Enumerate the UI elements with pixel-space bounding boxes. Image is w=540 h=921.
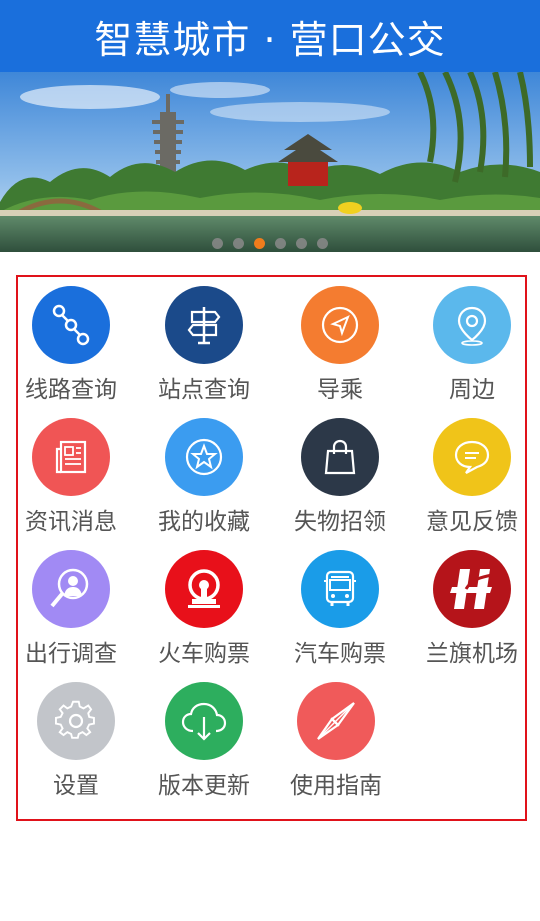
chat-bubble-icon bbox=[454, 440, 490, 474]
menu-item-airport[interactable]: 兰旗机场 bbox=[406, 541, 538, 673]
menu-item-icon-bg bbox=[297, 682, 375, 760]
carousel-dot[interactable] bbox=[296, 238, 307, 249]
carousel-dot[interactable] bbox=[275, 238, 286, 249]
shopping-bag-icon bbox=[324, 439, 356, 475]
menu-item-icon-bg bbox=[301, 550, 379, 628]
menu-item-icon-bg bbox=[32, 550, 110, 628]
menu-item-train-tickets[interactable]: 火车购票 bbox=[138, 541, 270, 673]
location-pin-icon bbox=[457, 306, 487, 346]
menu-item-icon-bg bbox=[301, 286, 379, 364]
railway-logo-icon bbox=[188, 569, 220, 608]
menu-item-version-update[interactable]: 版本更新 bbox=[138, 673, 270, 805]
menu-item-icon-bg bbox=[165, 550, 243, 628]
carousel-dot[interactable] bbox=[317, 238, 328, 249]
menu-item-icon-bg bbox=[165, 286, 243, 364]
menu-item-navigation[interactable]: 导乘 bbox=[274, 277, 406, 409]
gear-icon bbox=[55, 700, 95, 739]
menu-item-news[interactable]: 资讯消息 bbox=[5, 409, 137, 541]
banner-carousel[interactable] bbox=[0, 72, 540, 252]
carousel-indicator bbox=[0, 238, 540, 250]
route-icon bbox=[52, 304, 90, 346]
star-icon bbox=[185, 438, 223, 476]
menu-item-icon-bg bbox=[433, 418, 511, 496]
menu-item-favorites[interactable]: 我的收藏 bbox=[138, 409, 270, 541]
menu-item-label: 周边 bbox=[449, 377, 495, 403]
compass-needle-icon bbox=[317, 702, 355, 740]
menu-item-label: 版本更新 bbox=[158, 773, 250, 799]
menu-item-label: 资讯消息 bbox=[25, 509, 117, 535]
carousel-dot[interactable] bbox=[233, 238, 244, 249]
newspaper-icon bbox=[55, 440, 87, 474]
menu-item-label: 导乘 bbox=[317, 377, 363, 403]
menu-item-lost-found[interactable]: 失物招领 bbox=[274, 409, 406, 541]
menu-item-icon-bg bbox=[37, 682, 115, 760]
menu-item-icon-bg bbox=[32, 286, 110, 364]
app-header: 智慧城市 · 营口公交 bbox=[0, 0, 540, 72]
bus-icon bbox=[324, 570, 356, 606]
cloud-download-icon bbox=[181, 702, 227, 741]
menu-item-label: 出行调查 bbox=[25, 641, 117, 667]
airport-logo-icon bbox=[450, 569, 493, 609]
carousel-dot[interactable] bbox=[212, 238, 223, 249]
menu-item-icon-bg bbox=[433, 550, 511, 628]
page-title: 智慧城市 · 营口公交 bbox=[94, 17, 446, 62]
menu-item-feedback[interactable]: 意见反馈 bbox=[406, 409, 538, 541]
menu-item-icon-bg bbox=[165, 682, 243, 760]
menu-item-label: 兰旗机场 bbox=[426, 641, 518, 667]
menu-item-travel-survey[interactable]: 出行调查 bbox=[5, 541, 137, 673]
menu-item-settings[interactable]: 设置 bbox=[10, 673, 142, 805]
signpost-icon bbox=[187, 307, 221, 345]
menu-item-icon-bg bbox=[165, 418, 243, 496]
function-grid: 线路查询 站点查询 导乘 周边 资讯消息 我的收藏 失物招领 意见反馈 出行调查… bbox=[16, 275, 527, 821]
menu-item-user-guide[interactable]: 使用指南 bbox=[270, 673, 402, 805]
menu-item-icon-bg bbox=[301, 418, 379, 496]
carousel-dot-active[interactable] bbox=[254, 238, 265, 249]
menu-item-label: 设置 bbox=[53, 773, 99, 799]
menu-item-icon-bg bbox=[433, 286, 511, 364]
menu-item-label: 失物招领 bbox=[294, 509, 386, 535]
menu-item-label: 线路查询 bbox=[25, 377, 117, 403]
compass-arrow-icon bbox=[321, 306, 359, 344]
survey-person-icon bbox=[50, 568, 89, 608]
menu-item-bus-tickets[interactable]: 汽车购票 bbox=[274, 541, 406, 673]
menu-item-label: 火车购票 bbox=[158, 641, 250, 667]
menu-item-icon-bg bbox=[32, 418, 110, 496]
menu-item-label: 站点查询 bbox=[158, 377, 250, 403]
menu-item-station-query[interactable]: 站点查询 bbox=[138, 277, 270, 409]
banner-image bbox=[0, 72, 540, 252]
menu-item-label: 我的收藏 bbox=[158, 509, 250, 535]
menu-item-route-query[interactable]: 线路查询 bbox=[5, 277, 137, 409]
menu-item-label: 意见反馈 bbox=[426, 509, 518, 535]
menu-item-label: 汽车购票 bbox=[294, 641, 386, 667]
menu-item-nearby[interactable]: 周边 bbox=[406, 277, 538, 409]
menu-item-label: 使用指南 bbox=[290, 773, 382, 799]
